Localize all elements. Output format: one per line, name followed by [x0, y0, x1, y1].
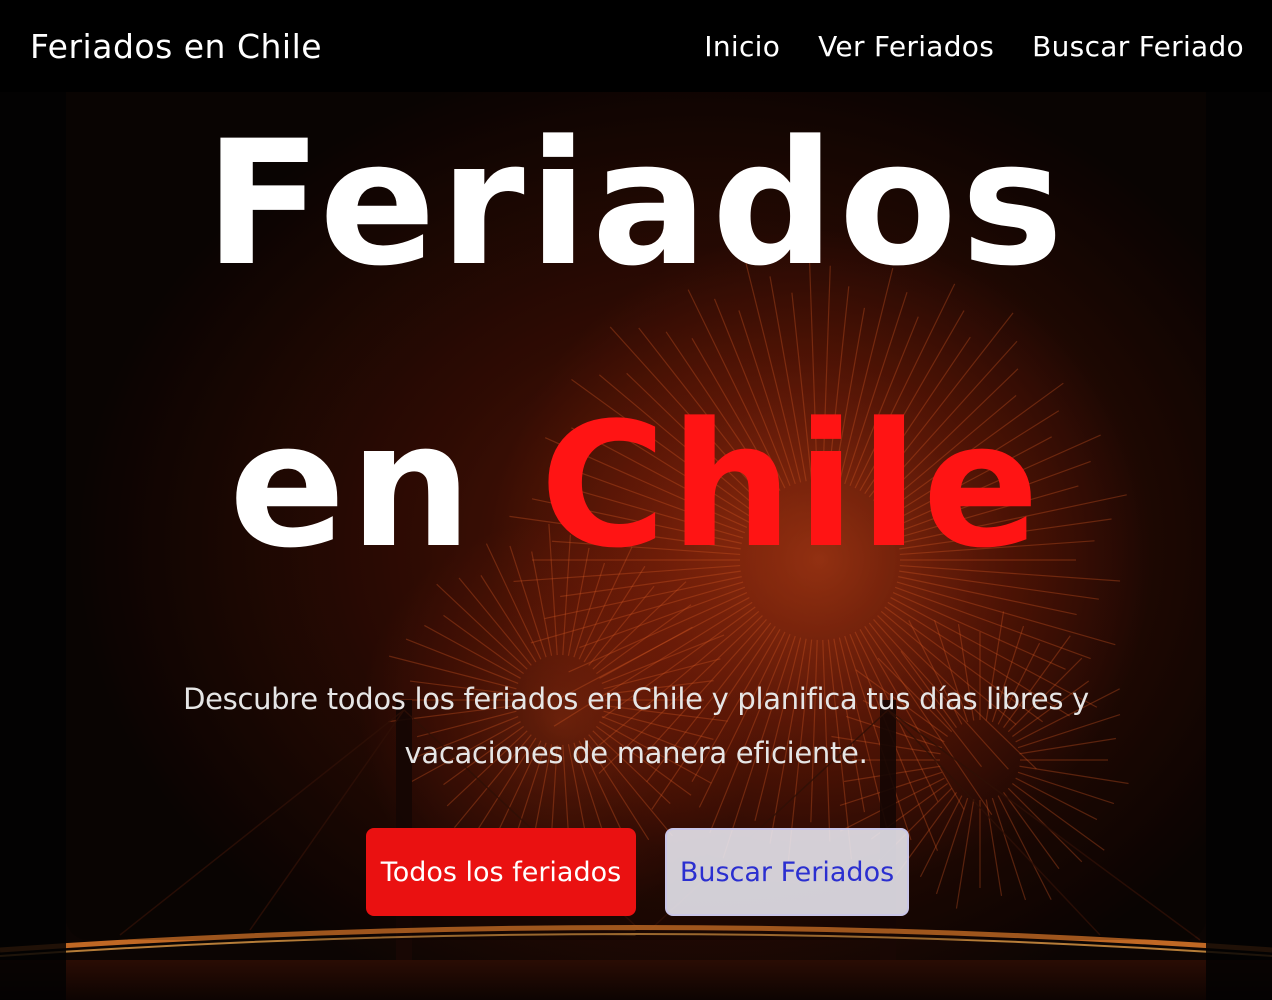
- hero-title-en: en: [228, 385, 476, 586]
- page: Feriados en Chile Inicio Ver Feriados Bu…: [0, 0, 1272, 1000]
- todos-los-feriados-button[interactable]: Todos los feriados: [366, 828, 636, 916]
- buscar-feriados-button[interactable]: Buscar Feriados: [665, 828, 909, 916]
- hero-title-chile-accent: Chile: [539, 385, 1044, 586]
- brand-logo-text[interactable]: Feriados en Chile: [30, 27, 322, 66]
- nav-link-buscar-feriado[interactable]: Buscar Feriado: [1032, 30, 1244, 63]
- nav-link-ver-feriados[interactable]: Ver Feriados: [818, 30, 994, 63]
- nav-links: Inicio Ver Feriados Buscar Feriado: [704, 30, 1244, 63]
- hero-title-line1: Feriados: [204, 103, 1068, 304]
- hero-title-line2: en Chile: [0, 400, 1272, 572]
- hero-description: Descubre todos los feriados en Chile y p…: [183, 682, 1089, 770]
- navbar: Feriados en Chile Inicio Ver Feriados Bu…: [0, 0, 1272, 92]
- nav-link-inicio[interactable]: Inicio: [704, 30, 780, 63]
